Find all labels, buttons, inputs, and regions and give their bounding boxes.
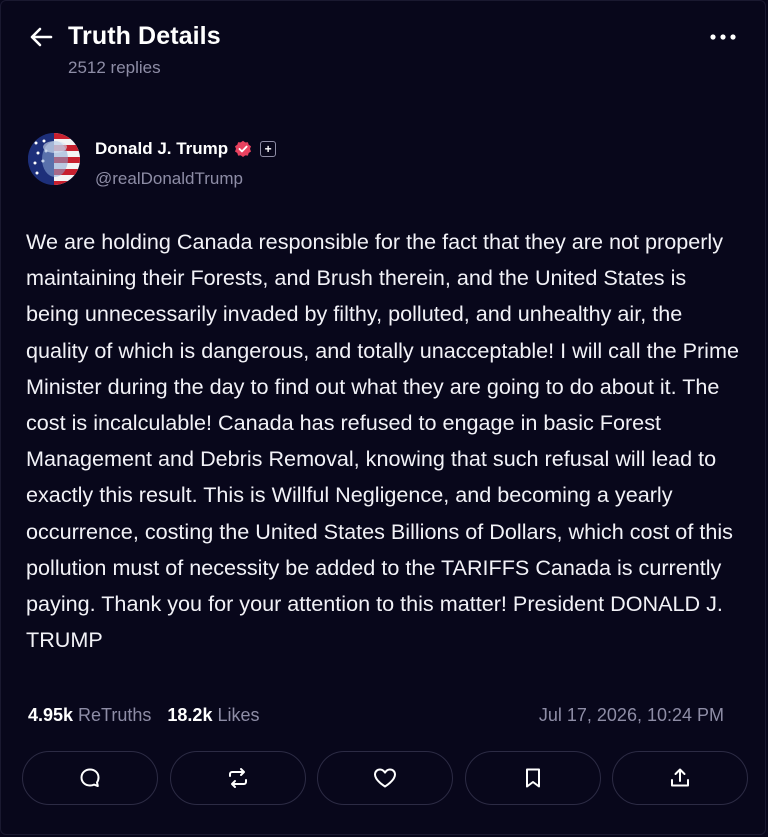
author-handle[interactable]: @realDonaldTrump — [95, 169, 243, 189]
post-stats: 4.95k ReTruths 18.2k Likes Jul 17, 2026,… — [28, 705, 746, 726]
more-options-button[interactable] — [708, 26, 738, 48]
plus-badge: + — [260, 141, 277, 157]
action-bar — [22, 751, 748, 807]
heart-icon — [372, 766, 398, 790]
verified-badge-icon — [234, 140, 252, 158]
bookmark-button[interactable] — [464, 751, 601, 805]
page-header: Truth Details 2512 replies — [28, 20, 738, 80]
share-icon — [668, 766, 692, 790]
page-title: Truth Details — [68, 22, 221, 50]
share-button[interactable] — [612, 751, 748, 805]
likes-label[interactable]: Likes — [217, 705, 259, 726]
retruths-label[interactable]: ReTruths — [78, 705, 151, 726]
avatar[interactable] — [28, 133, 80, 185]
post-author: Donald J. Trump + @realDonaldTrump — [28, 133, 728, 193]
retruth-button[interactable] — [169, 751, 306, 805]
more-horizontal-icon — [710, 34, 736, 40]
reply-count: 2512 replies — [68, 58, 161, 77]
retruths-count[interactable]: 4.95k — [28, 705, 73, 726]
post-timestamp: Jul 17, 2026, 10:24 PM — [538, 705, 724, 725]
like-button[interactable] — [317, 751, 453, 805]
likes-count[interactable]: 18.2k — [167, 705, 212, 726]
arrow-left-icon — [29, 27, 53, 47]
bookmark-icon — [522, 766, 544, 790]
retruth-icon — [226, 766, 250, 790]
reply-icon — [78, 766, 102, 790]
author-name-row[interactable]: Donald J. Trump + — [95, 139, 277, 159]
post-text: We are holding Canada responsible for th… — [26, 229, 739, 653]
back-button[interactable] — [28, 24, 54, 50]
author-name[interactable]: Donald J. Trump — [95, 139, 228, 159]
reply-button[interactable] — [22, 751, 158, 805]
